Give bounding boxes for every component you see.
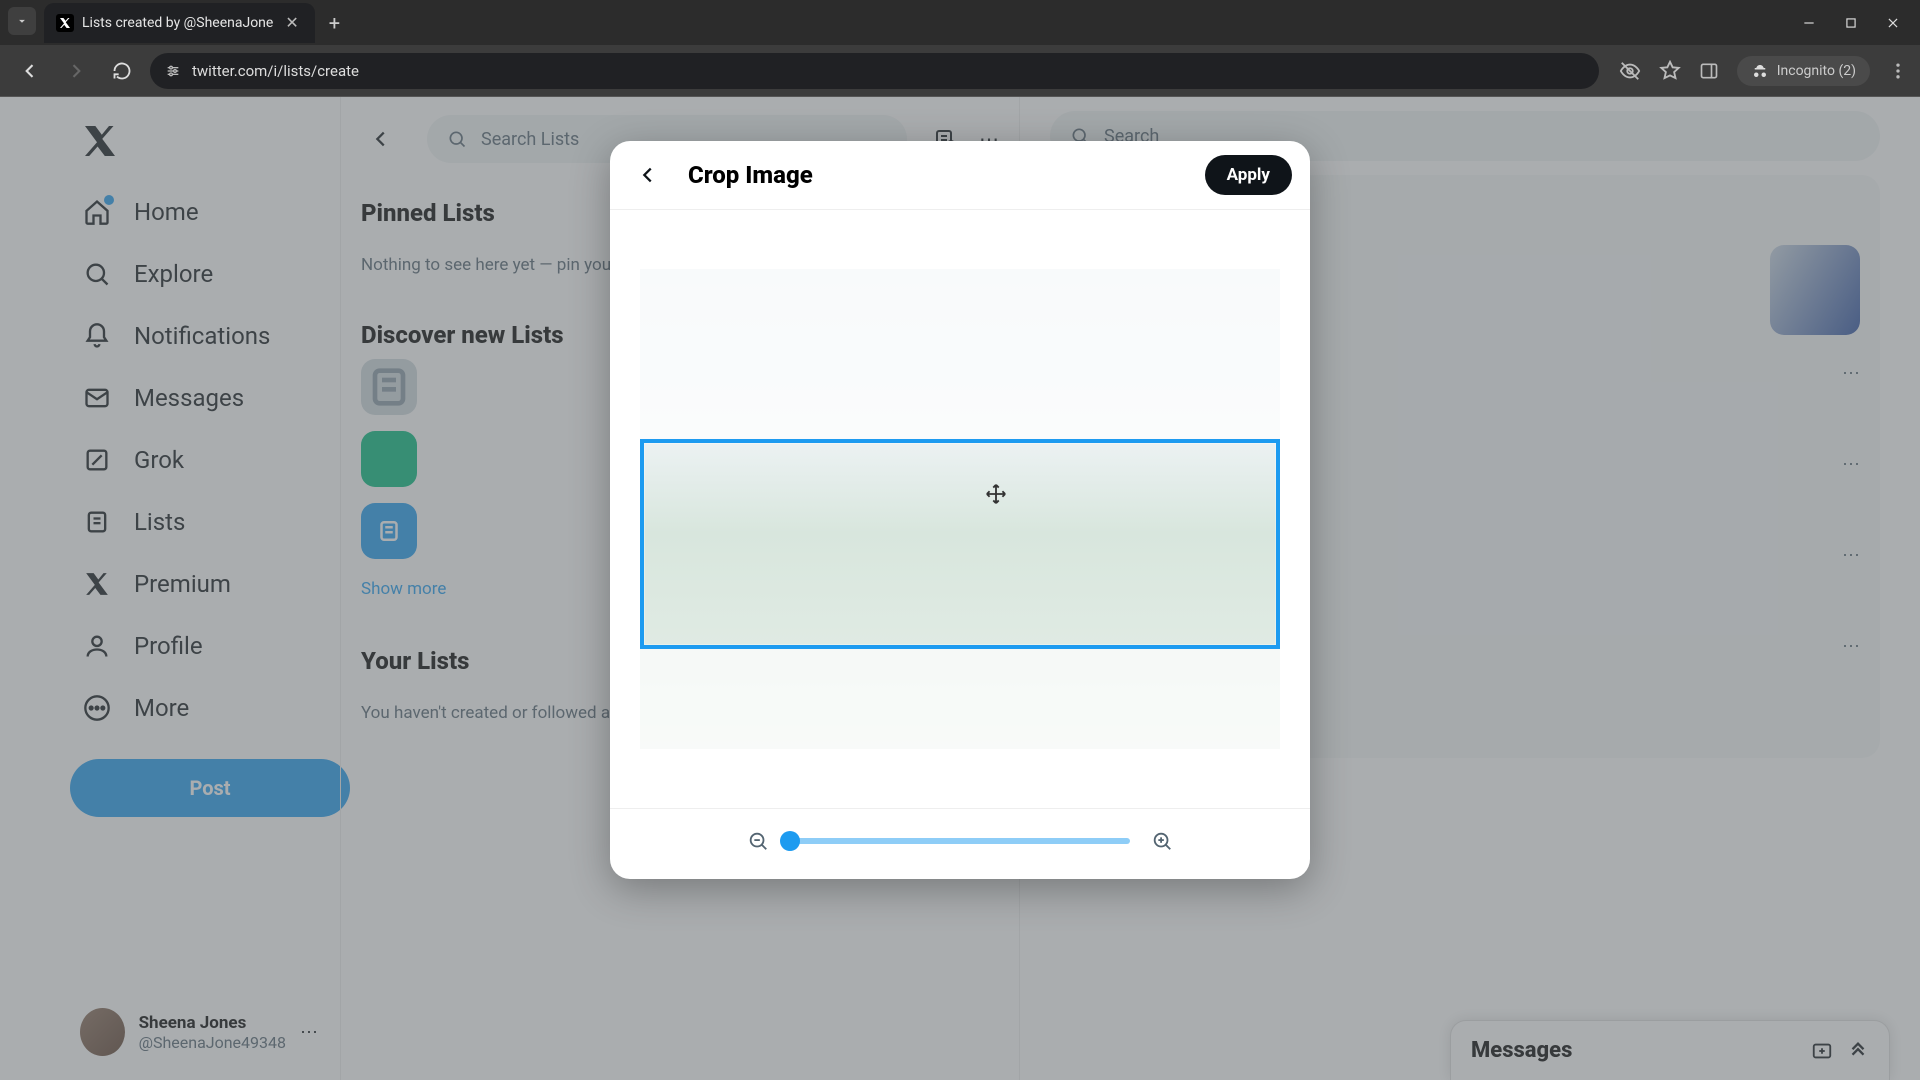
nav-back-button[interactable] (12, 53, 48, 89)
new-tab-button[interactable]: + (315, 11, 354, 35)
browser-menu-icon[interactable] (1888, 61, 1908, 81)
window-minimize-icon[interactable] (1802, 16, 1816, 30)
url-text: twitter.com/i/lists/create (192, 62, 359, 80)
url-field[interactable]: twitter.com/i/lists/create (150, 53, 1599, 89)
nav-reload-button[interactable] (104, 53, 140, 89)
modal-title: Crop Image (688, 161, 1185, 189)
crop-canvas-area (610, 209, 1310, 809)
zoom-slider[interactable] (790, 838, 1130, 844)
page-content: Home Explore Notifications Messages Grok… (0, 97, 1920, 1080)
eye-off-icon[interactable] (1619, 60, 1641, 82)
panel-icon[interactable] (1699, 61, 1719, 81)
crop-dim-top (640, 269, 1280, 439)
x-favicon (56, 14, 74, 32)
zoom-out-button[interactable] (744, 827, 772, 855)
window-close-icon[interactable] (1886, 16, 1900, 30)
crop-dim-bottom (640, 649, 1280, 749)
zoom-slider-row (610, 809, 1310, 879)
browser-address-bar: twitter.com/i/lists/create Incognito (2) (0, 45, 1920, 97)
tab-search-dropdown[interactable] (8, 7, 36, 35)
zoom-in-button[interactable] (1148, 827, 1176, 855)
modal-back-button[interactable] (628, 155, 668, 195)
window-maximize-icon[interactable] (1844, 16, 1858, 30)
tab-title: Lists created by @SheenaJone (82, 15, 273, 31)
incognito-icon (1751, 62, 1769, 80)
zoom-slider-thumb[interactable] (780, 831, 800, 851)
crop-image-preview[interactable] (640, 269, 1280, 749)
incognito-label: Incognito (2) (1777, 63, 1856, 79)
bookmark-star-icon[interactable] (1659, 60, 1681, 82)
browser-tab-bar: Lists created by @SheenaJone ✕ + (0, 0, 1920, 45)
tab-close-icon[interactable]: ✕ (281, 13, 302, 32)
apply-button[interactable]: Apply (1205, 155, 1292, 195)
modal-overlay[interactable]: Crop Image Apply (0, 97, 1920, 1080)
site-settings-icon[interactable] (164, 62, 182, 80)
nav-forward-button (58, 53, 94, 89)
crop-selection-frame[interactable] (640, 439, 1280, 649)
incognito-indicator[interactable]: Incognito (2) (1737, 56, 1870, 86)
crop-image-modal: Crop Image Apply (610, 141, 1310, 879)
browser-tab[interactable]: Lists created by @SheenaJone ✕ (44, 3, 315, 43)
move-cursor-icon (985, 483, 1007, 505)
